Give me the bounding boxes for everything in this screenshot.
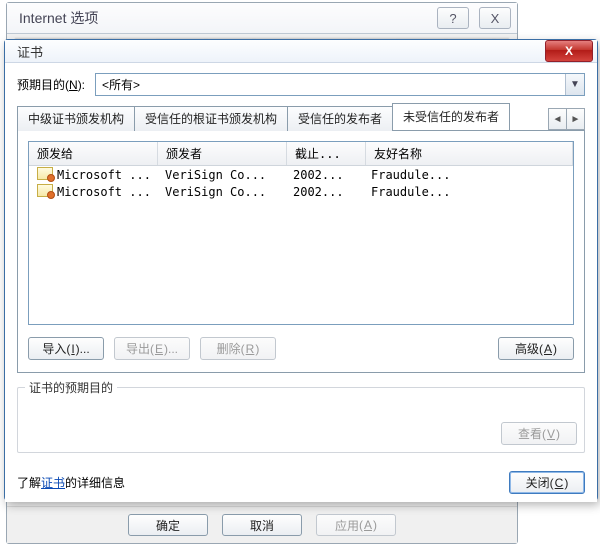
remove-button[interactable]: 删除(R)	[200, 337, 276, 360]
cert-icon	[37, 167, 53, 180]
cert-bottom-row: 了解证书的详细信息 关闭(C)	[17, 471, 585, 494]
tab-scroll-right[interactable]: ►	[566, 108, 585, 130]
ok-button[interactable]: 确定	[128, 514, 208, 536]
col-friendly[interactable]: 友好名称	[366, 142, 573, 165]
cert-tabstrip: 中级证书颁发机构 受信任的根证书颁发机构 受信任的发布者 未受信任的发布者 ◄ …	[17, 106, 585, 130]
tab-untrusted-publishers[interactable]: 未受信任的发布者	[392, 103, 510, 130]
internet-options-bottom-bar: 确定 取消 应用(A)	[7, 506, 517, 543]
listview-header: 颁发给 颁发者 截止... 友好名称	[29, 142, 573, 166]
col-expires[interactable]: 截止...	[287, 142, 366, 165]
intended-purpose-combo[interactable]: <所有> ▼	[95, 73, 585, 96]
certificates-dialog: 证书 X 预期目的(N): <所有> ▼ 中级证书颁发机构 受信任的根证书颁发机…	[4, 39, 598, 501]
col-issued-by[interactable]: 颁发者	[158, 142, 287, 165]
tab-trusted-publishers[interactable]: 受信任的发布者	[287, 106, 393, 131]
chevron-down-icon: ▼	[565, 74, 584, 95]
tab-trusted-root-ca[interactable]: 受信任的根证书颁发机构	[134, 106, 288, 131]
close-button[interactable]: X	[479, 7, 511, 29]
col-issued-to[interactable]: 颁发给	[29, 142, 158, 165]
internet-options-sysbuttons: ? X	[437, 7, 511, 29]
export-button[interactable]: 导出(E)...	[114, 337, 190, 360]
tab-intermediate-ca[interactable]: 中级证书颁发机构	[17, 106, 135, 131]
cancel-button[interactable]: 取消	[222, 514, 302, 536]
cert-purposes-group: 证书的预期目的 查看(V)	[17, 387, 585, 453]
cert-purposes-caption: 证书的预期目的	[25, 379, 117, 396]
dialog-close-button[interactable]: X	[545, 40, 593, 62]
advanced-button[interactable]: 高级(A)	[498, 337, 574, 360]
cert-icon	[37, 184, 53, 197]
cert-purposes-frame	[17, 387, 585, 453]
listview-body: Microsoft ... VeriSign Co... 2002... Fra…	[29, 166, 573, 200]
dialog-close-ok-button[interactable]: 关闭(C)	[509, 471, 585, 494]
list-item[interactable]: Microsoft ... VeriSign Co... 2002... Fra…	[29, 183, 573, 200]
tab-scroll-left[interactable]: ◄	[548, 108, 567, 130]
cert-button-row: 导入(I)... 导出(E)... 删除(R) 高级(A)	[28, 337, 574, 360]
certificates-client-area: 预期目的(N): <所有> ▼ 中级证书颁发机构 受信任的根证书颁发机构 受信任…	[5, 63, 597, 502]
learn-more-text: 了解证书的详细信息	[17, 474, 125, 491]
tab-scroll-buttons: ◄ ►	[549, 108, 585, 130]
certificates-titlebar: 证书 X	[5, 40, 597, 63]
learn-more-link[interactable]: 证书	[41, 476, 65, 490]
cert-listview[interactable]: 颁发给 颁发者 截止... 友好名称 Microsoft ... VeriSig…	[28, 141, 574, 325]
certificates-title: 证书	[17, 42, 43, 61]
intended-purpose-label: 预期目的(N):	[17, 76, 85, 93]
intended-purpose-value: <所有>	[102, 76, 140, 93]
apply-button[interactable]: 应用(A)	[316, 514, 396, 536]
view-button[interactable]: 查看(V)	[501, 422, 577, 445]
import-button[interactable]: 导入(I)...	[28, 337, 104, 360]
internet-options-title: Internet 选项	[19, 8, 98, 28]
intended-purpose-row: 预期目的(N): <所有> ▼	[17, 73, 585, 96]
list-item[interactable]: Microsoft ... VeriSign Co... 2002... Fra…	[29, 166, 573, 183]
cert-tab-panel: 颁发给 颁发者 截止... 友好名称 Microsoft ... VeriSig…	[17, 130, 585, 373]
internet-options-titlebar: Internet 选项 ? X	[7, 3, 517, 34]
help-button[interactable]: ?	[437, 7, 469, 29]
